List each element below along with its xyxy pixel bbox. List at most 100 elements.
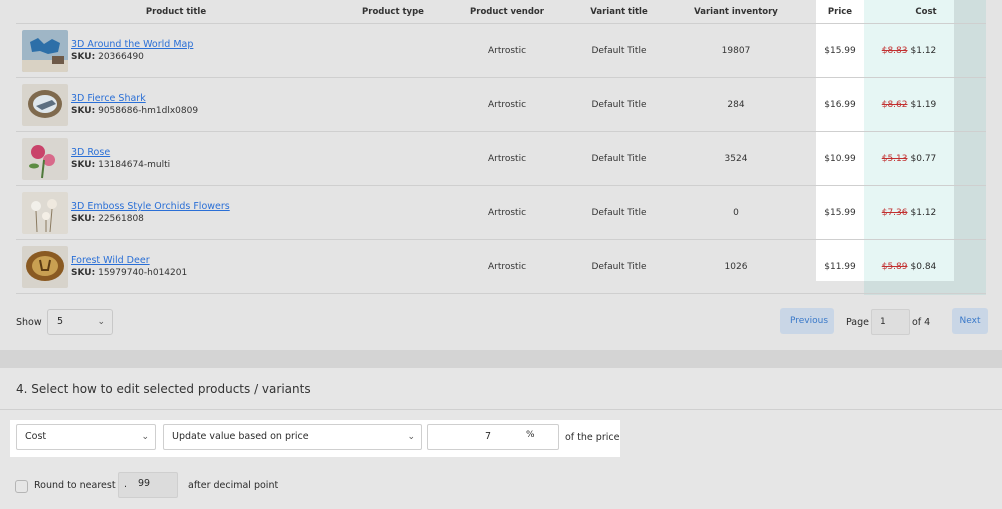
vendor-cell: Artrostic xyxy=(487,262,527,272)
header-price: Price xyxy=(827,7,853,17)
new-cost: $0.84 xyxy=(910,262,937,272)
old-cost: $5.89 xyxy=(881,262,908,272)
table-row: 3D Fierce Shark SKU: 9058686-hm1dlx0809 … xyxy=(16,78,986,132)
method-select-value: Update value based on price xyxy=(172,431,309,442)
chevron-down-icon: ⌄ xyxy=(141,432,149,442)
products-table: Product title Product type Product vendo… xyxy=(0,0,1002,350)
product-title-link[interactable]: 3D Emboss Style Orchids Flowers xyxy=(71,201,230,212)
percent-value: 7 xyxy=(485,431,492,442)
round-label: Round to nearest xyxy=(34,480,116,491)
inventory-cell: 1026 xyxy=(724,262,748,272)
sku-value: 13184674-multi xyxy=(98,160,171,170)
section-rule xyxy=(0,409,1002,410)
header-cost: Cost xyxy=(915,7,937,17)
new-cost: $1.12 xyxy=(910,208,937,218)
sku-label: SKU: xyxy=(71,214,96,224)
product-title-link[interactable]: Forest Wild Deer xyxy=(71,255,150,266)
round-checkbox[interactable] xyxy=(15,480,28,493)
after-decimal-label: after decimal point xyxy=(188,480,279,491)
product-sku: SKU: 22561808 xyxy=(71,214,144,224)
table-header: Product title Product type Product vendo… xyxy=(16,0,986,24)
edit-section: 4. Select how to edit selected products … xyxy=(0,368,1002,509)
vendor-cell: Artrostic xyxy=(487,100,527,110)
section-title: 4. Select how to edit selected products … xyxy=(16,382,311,396)
product-thumbnail[interactable] xyxy=(22,246,68,288)
cost-cell: $8.83 $1.12 xyxy=(864,24,954,78)
cost-cell: $7.36 $1.12 xyxy=(864,186,954,240)
cost-cell: $5.89 $0.84 xyxy=(864,240,954,294)
header-product-title: Product title xyxy=(145,7,207,17)
header-product-vendor: Product vendor xyxy=(470,7,544,17)
field-select-value: Cost xyxy=(25,431,47,442)
product-thumbnail[interactable] xyxy=(22,138,68,180)
price-cell: $16.99 xyxy=(824,100,856,110)
cost-cell: $5.13 $0.77 xyxy=(864,132,954,186)
inventory-cell: 3524 xyxy=(724,154,748,164)
inventory-cell: 0 xyxy=(733,208,739,218)
product-thumbnail[interactable] xyxy=(22,30,68,72)
page-size-select[interactable]: 5 ⌄ xyxy=(47,309,113,335)
vendor-cell: Artrostic xyxy=(487,46,527,56)
new-cost: $1.12 xyxy=(910,46,937,56)
product-thumbnail[interactable] xyxy=(22,84,68,126)
price-cell: $11.99 xyxy=(824,262,856,272)
product-title-link[interactable]: 3D Around the World Map xyxy=(71,39,193,50)
sku-label: SKU: xyxy=(71,52,96,62)
method-select[interactable]: Update value based on price ⌄ xyxy=(163,424,422,450)
product-sku: SKU: 20366490 xyxy=(71,52,144,62)
product-title-link[interactable]: 3D Rose xyxy=(71,147,110,158)
variant-title-cell: Default Title xyxy=(591,46,647,56)
inventory-cell: 19807 xyxy=(721,46,751,56)
decimal-input[interactable]: . 99 xyxy=(118,472,178,498)
variant-title-cell: Default Title xyxy=(591,100,647,110)
page-total-label: of 4 xyxy=(912,317,931,328)
product-sku: SKU: 13184674-multi xyxy=(71,160,170,170)
page-number-input[interactable]: 1 xyxy=(871,309,910,335)
cost-cell: $8.62 $1.19 xyxy=(864,78,954,132)
new-cost: $1.19 xyxy=(910,100,937,110)
vendor-cell: Artrostic xyxy=(487,154,527,164)
sku-value: 22561808 xyxy=(98,214,144,224)
section-divider xyxy=(0,350,1002,368)
product-thumbnail[interactable] xyxy=(22,192,68,234)
percent-input[interactable]: 7 % xyxy=(427,424,559,450)
sku-label: SKU: xyxy=(71,106,96,116)
sku-label: SKU: xyxy=(71,160,96,170)
of-price-label: of the price xyxy=(565,432,620,443)
old-cost: $7.36 xyxy=(881,208,908,218)
field-select[interactable]: Cost ⌄ xyxy=(16,424,156,450)
inventory-cell: 284 xyxy=(727,100,745,110)
new-cost: $0.77 xyxy=(910,154,937,164)
variant-title-cell: Default Title xyxy=(591,208,647,218)
next-button[interactable]: Next xyxy=(952,308,988,334)
old-cost: $8.62 xyxy=(881,100,908,110)
decimal-value: 99 xyxy=(138,478,151,489)
show-label: Show xyxy=(16,317,42,328)
table-row: Forest Wild Deer SKU: 15979740-h014201 A… xyxy=(16,240,986,294)
table-row: 3D Around the World Map SKU: 20366490 Ar… xyxy=(16,24,986,78)
table-row: 3D Emboss Style Orchids Flowers SKU: 225… xyxy=(16,186,986,240)
price-cell: $10.99 xyxy=(824,154,856,164)
table-row: 3D Rose SKU: 13184674-multi Artrostic De… xyxy=(16,132,986,186)
header-variant-title: Variant title xyxy=(590,7,648,17)
page-size-value: 5 xyxy=(57,316,64,327)
chevron-down-icon: ⌄ xyxy=(97,317,105,327)
percent-unit: % xyxy=(526,430,535,440)
previous-button[interactable]: Previous xyxy=(780,308,834,334)
price-cell: $15.99 xyxy=(824,46,856,56)
decimal-prefix: . xyxy=(124,479,128,490)
product-title-link[interactable]: 3D Fierce Shark xyxy=(71,93,146,104)
page-label: Page xyxy=(846,317,869,328)
sku-value: 20366490 xyxy=(98,52,144,62)
sku-value: 15979740-h014201 xyxy=(98,268,188,278)
sku-label: SKU: xyxy=(71,268,96,278)
header-variant-inventory: Variant inventory xyxy=(694,7,778,17)
product-sku: SKU: 9058686-hm1dlx0809 xyxy=(71,106,198,116)
vendor-cell: Artrostic xyxy=(487,208,527,218)
chevron-down-icon: ⌄ xyxy=(407,432,415,442)
old-cost: $8.83 xyxy=(881,46,908,56)
product-sku: SKU: 15979740-h014201 xyxy=(71,268,187,278)
variant-title-cell: Default Title xyxy=(591,154,647,164)
header-product-type: Product type xyxy=(362,7,424,17)
variant-title-cell: Default Title xyxy=(591,262,647,272)
